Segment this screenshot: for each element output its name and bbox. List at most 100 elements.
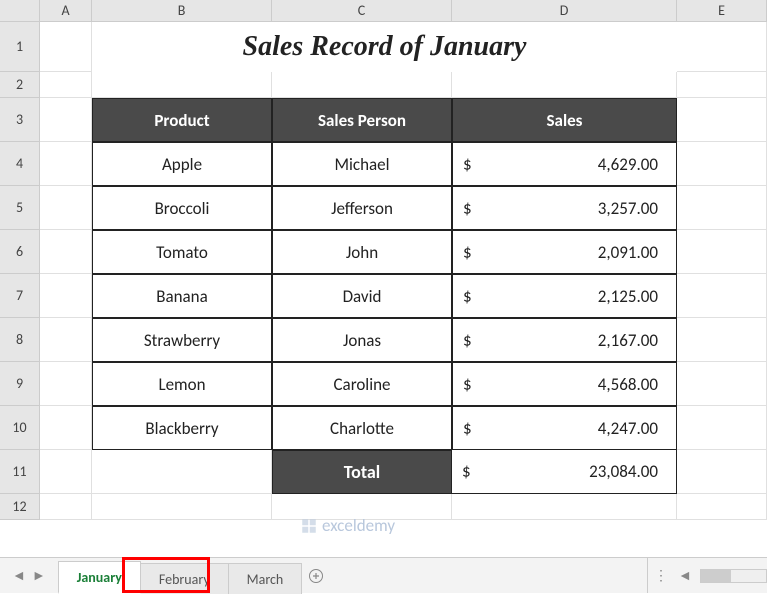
cell[interactable] [677,362,767,406]
row-header-8[interactable]: 8 [0,318,40,362]
cell[interactable] [40,230,92,274]
row-headers: 123456789101112 [0,22,40,520]
cell-sales[interactable]: $2,091.00 [452,230,677,274]
new-sheet-button[interactable] [301,558,331,593]
header-sales[interactable]: Sales [452,98,677,142]
row-header-3[interactable]: 3 [0,98,40,142]
cell-product[interactable]: Tomato [92,230,272,274]
tab-split-handle-icon[interactable]: ⋮ [654,567,670,584]
tab-nav-arrows[interactable]: ◄ ► [0,558,58,593]
scroll-left-icon[interactable]: ◄ [678,567,692,584]
cell[interactable] [40,98,92,142]
total-label[interactable]: Total [272,450,452,494]
cell[interactable] [677,230,767,274]
row-header-4[interactable]: 4 [0,142,40,186]
cell[interactable] [40,22,92,72]
sheet-tab-bar: ◄ ► JanuaryFebruaryMarch ⋮ ◄ [0,557,767,593]
row-header-7[interactable]: 7 [0,274,40,318]
sheet-tab-march[interactable]: March [228,563,303,594]
cell-person[interactable]: Jefferson [272,186,452,230]
cell[interactable] [40,186,92,230]
cell[interactable] [40,274,92,318]
cell[interactable] [677,274,767,318]
row-header-5[interactable]: 5 [0,186,40,230]
cell[interactable] [40,318,92,362]
tab-nav-next-icon[interactable]: ► [32,567,46,584]
cell[interactable] [40,362,92,406]
row-header-1[interactable]: 1 [0,22,40,72]
cell-person[interactable]: John [272,230,452,274]
cell[interactable] [92,450,272,494]
cell[interactable] [677,22,767,72]
grid-row: ProductSales PersonSales [40,98,767,142]
cell-product[interactable]: Apple [92,142,272,186]
sheet-tab-february[interactable]: February [140,563,229,594]
total-value[interactable]: $23,084.00 [452,450,677,494]
cell[interactable] [452,72,677,98]
cell-sales[interactable]: $3,257.00 [452,186,677,230]
row-header-2[interactable]: 2 [0,72,40,98]
plus-circle-icon [308,568,324,584]
grid-row: BananaDavid$2,125.00 [40,274,767,318]
col-header-A[interactable]: A [40,0,92,21]
cell[interactable] [677,98,767,142]
cell[interactable] [677,142,767,186]
row-header-10[interactable]: 10 [0,406,40,450]
cell[interactable] [40,494,92,520]
cell[interactable] [40,450,92,494]
select-all-corner[interactable] [0,0,40,21]
cell-person[interactable]: David [272,274,452,318]
cell[interactable] [40,406,92,450]
scroll-thumb[interactable] [701,570,731,582]
cell[interactable] [677,318,767,362]
cell[interactable] [272,494,452,520]
col-header-E[interactable]: E [677,0,767,21]
row-header-12[interactable]: 12 [0,494,40,520]
cell-product[interactable]: Strawberry [92,318,272,362]
cell-product[interactable]: Blackberry [92,406,272,450]
header-product[interactable]: Product [92,98,272,142]
cell[interactable] [677,450,767,494]
cell-person[interactable]: Charlotte [272,406,452,450]
scroll-track[interactable] [700,569,767,583]
cell-sales[interactable]: $4,629.00 [452,142,677,186]
cell[interactable] [677,406,767,450]
row-header-6[interactable]: 6 [0,230,40,274]
cell[interactable] [452,494,677,520]
cell[interactable] [92,494,272,520]
page-title[interactable]: Sales Record of January [92,22,677,72]
header-person[interactable]: Sales Person [272,98,452,142]
col-header-C[interactable]: C [272,0,452,21]
cell[interactable] [272,72,452,98]
sheet-body[interactable]: Sales Record of January ProductSales Pers… [40,22,767,520]
cell-person[interactable]: Caroline [272,362,452,406]
col-header-D[interactable]: D [452,0,677,21]
spreadsheet-grid: ABCDE 123456789101112 Sales Record of Ja… [0,0,767,550]
cell[interactable] [40,72,92,98]
sheet-tab-january[interactable]: January [58,561,141,594]
horizontal-scroll[interactable]: ⋮ ◄ [647,558,767,593]
cell-product[interactable]: Broccoli [92,186,272,230]
grid-row: StrawberryJonas$2,167.00 [40,318,767,362]
row-header-9[interactable]: 9 [0,362,40,406]
grid-row: BroccoliJefferson$3,257.00 [40,186,767,230]
cell[interactable] [677,494,767,520]
grid-row [40,494,767,520]
cell-person[interactable]: Jonas [272,318,452,362]
cell-sales[interactable]: $4,247.00 [452,406,677,450]
row-header-11[interactable]: 11 [0,450,40,494]
cell-person[interactable]: Michael [272,142,452,186]
cell-product[interactable]: Banana [92,274,272,318]
cell[interactable] [677,72,767,98]
cell-sales[interactable]: $4,568.00 [452,362,677,406]
col-header-B[interactable]: B [92,0,272,21]
cell[interactable] [677,186,767,230]
cell-product[interactable]: Lemon [92,362,272,406]
cell-sales[interactable]: $2,125.00 [452,274,677,318]
tab-nav-prev-icon[interactable]: ◄ [12,567,26,584]
sheet-tabs: JanuaryFebruaryMarch [58,558,302,593]
cell[interactable] [40,142,92,186]
grid-row: LemonCaroline$4,568.00 [40,362,767,406]
cell[interactable] [92,72,272,98]
cell-sales[interactable]: $2,167.00 [452,318,677,362]
